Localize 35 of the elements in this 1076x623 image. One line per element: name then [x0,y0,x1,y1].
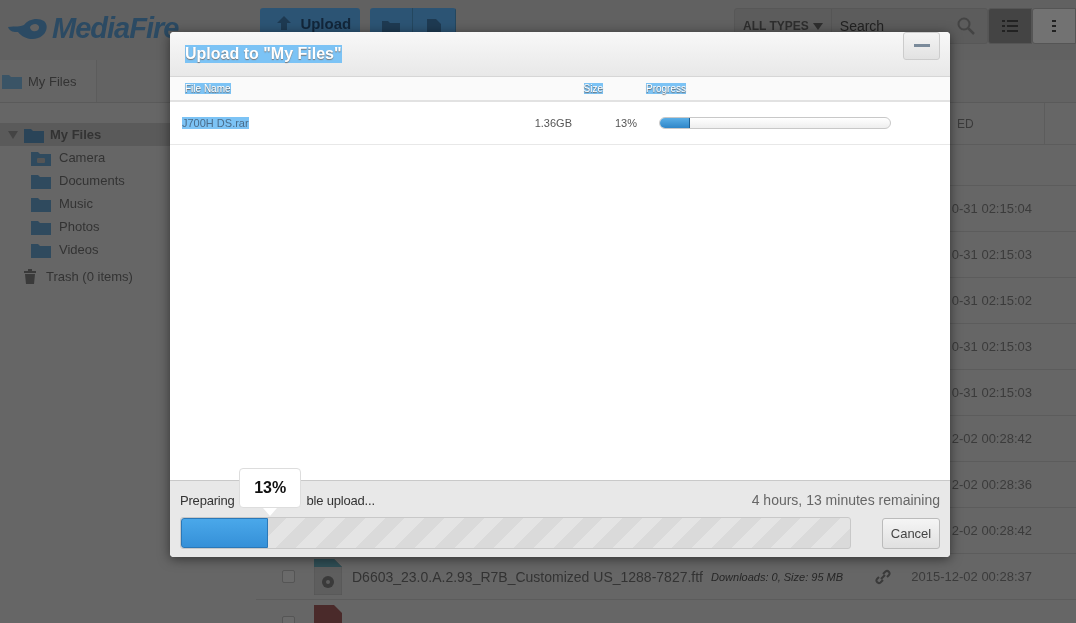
minimize-icon [913,44,930,48]
dropdown-caret-icon [812,22,823,30]
camera-folder-icon [31,149,51,166]
list-view-button[interactable] [988,8,1032,44]
file-percent: 13% [614,117,639,129]
status-text: Preparing [180,492,235,508]
file-info: Downloads: 0, Size: 95 MB [711,570,844,583]
folder-icon [2,73,22,89]
flame-logo-icon [8,16,48,41]
column-heading: File Name [185,83,231,94]
search-field[interactable]: Search [831,18,957,34]
time-remaining: 4 hours, 13 minutes remaining [751,492,940,508]
column-heading: Progress [646,83,686,94]
column-heading: Size [583,83,603,94]
settings-file-icon [314,558,342,595]
grid-icon [1052,19,1056,33]
dialog-title: Upload to "My Files" [185,45,342,63]
list-icon [1002,19,1018,33]
file-name: J700H DS.rar [182,117,249,129]
folder-icon [31,195,51,212]
file-size: 1.36GB [533,117,572,129]
tooltip-arrow-icon [263,508,278,516]
folder-icon [31,241,51,258]
folder-icon [31,218,51,235]
status-text: ble upload... [306,492,375,508]
percent-tooltip: 13% [239,468,302,516]
minimize-button[interactable] [903,32,940,60]
folder-icon [31,172,51,189]
grid-view-button[interactable] [1032,8,1076,44]
upload-arrow-icon [276,15,293,31]
trash-icon [24,268,36,284]
cancel-button[interactable]: Cancel [882,517,940,549]
search-icon[interactable] [957,17,975,35]
link-icon[interactable] [875,568,892,585]
folder-icon [24,126,44,143]
